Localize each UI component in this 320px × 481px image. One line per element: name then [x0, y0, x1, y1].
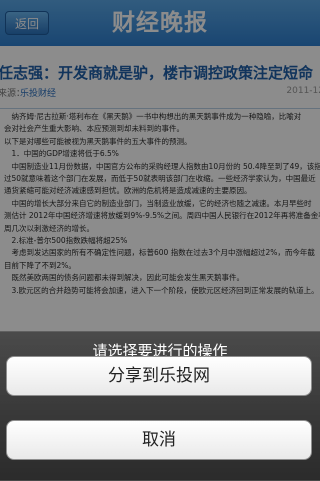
share-button[interactable]: 分享到乐投网: [6, 356, 312, 396]
cancel-button[interactable]: 取消: [6, 420, 312, 460]
action-sheet: 请选择要进行的操作 分享到乐投网 取消: [0, 331, 320, 481]
modal-overlay[interactable]: 请选择要进行的操作 分享到乐投网 取消: [0, 0, 320, 481]
